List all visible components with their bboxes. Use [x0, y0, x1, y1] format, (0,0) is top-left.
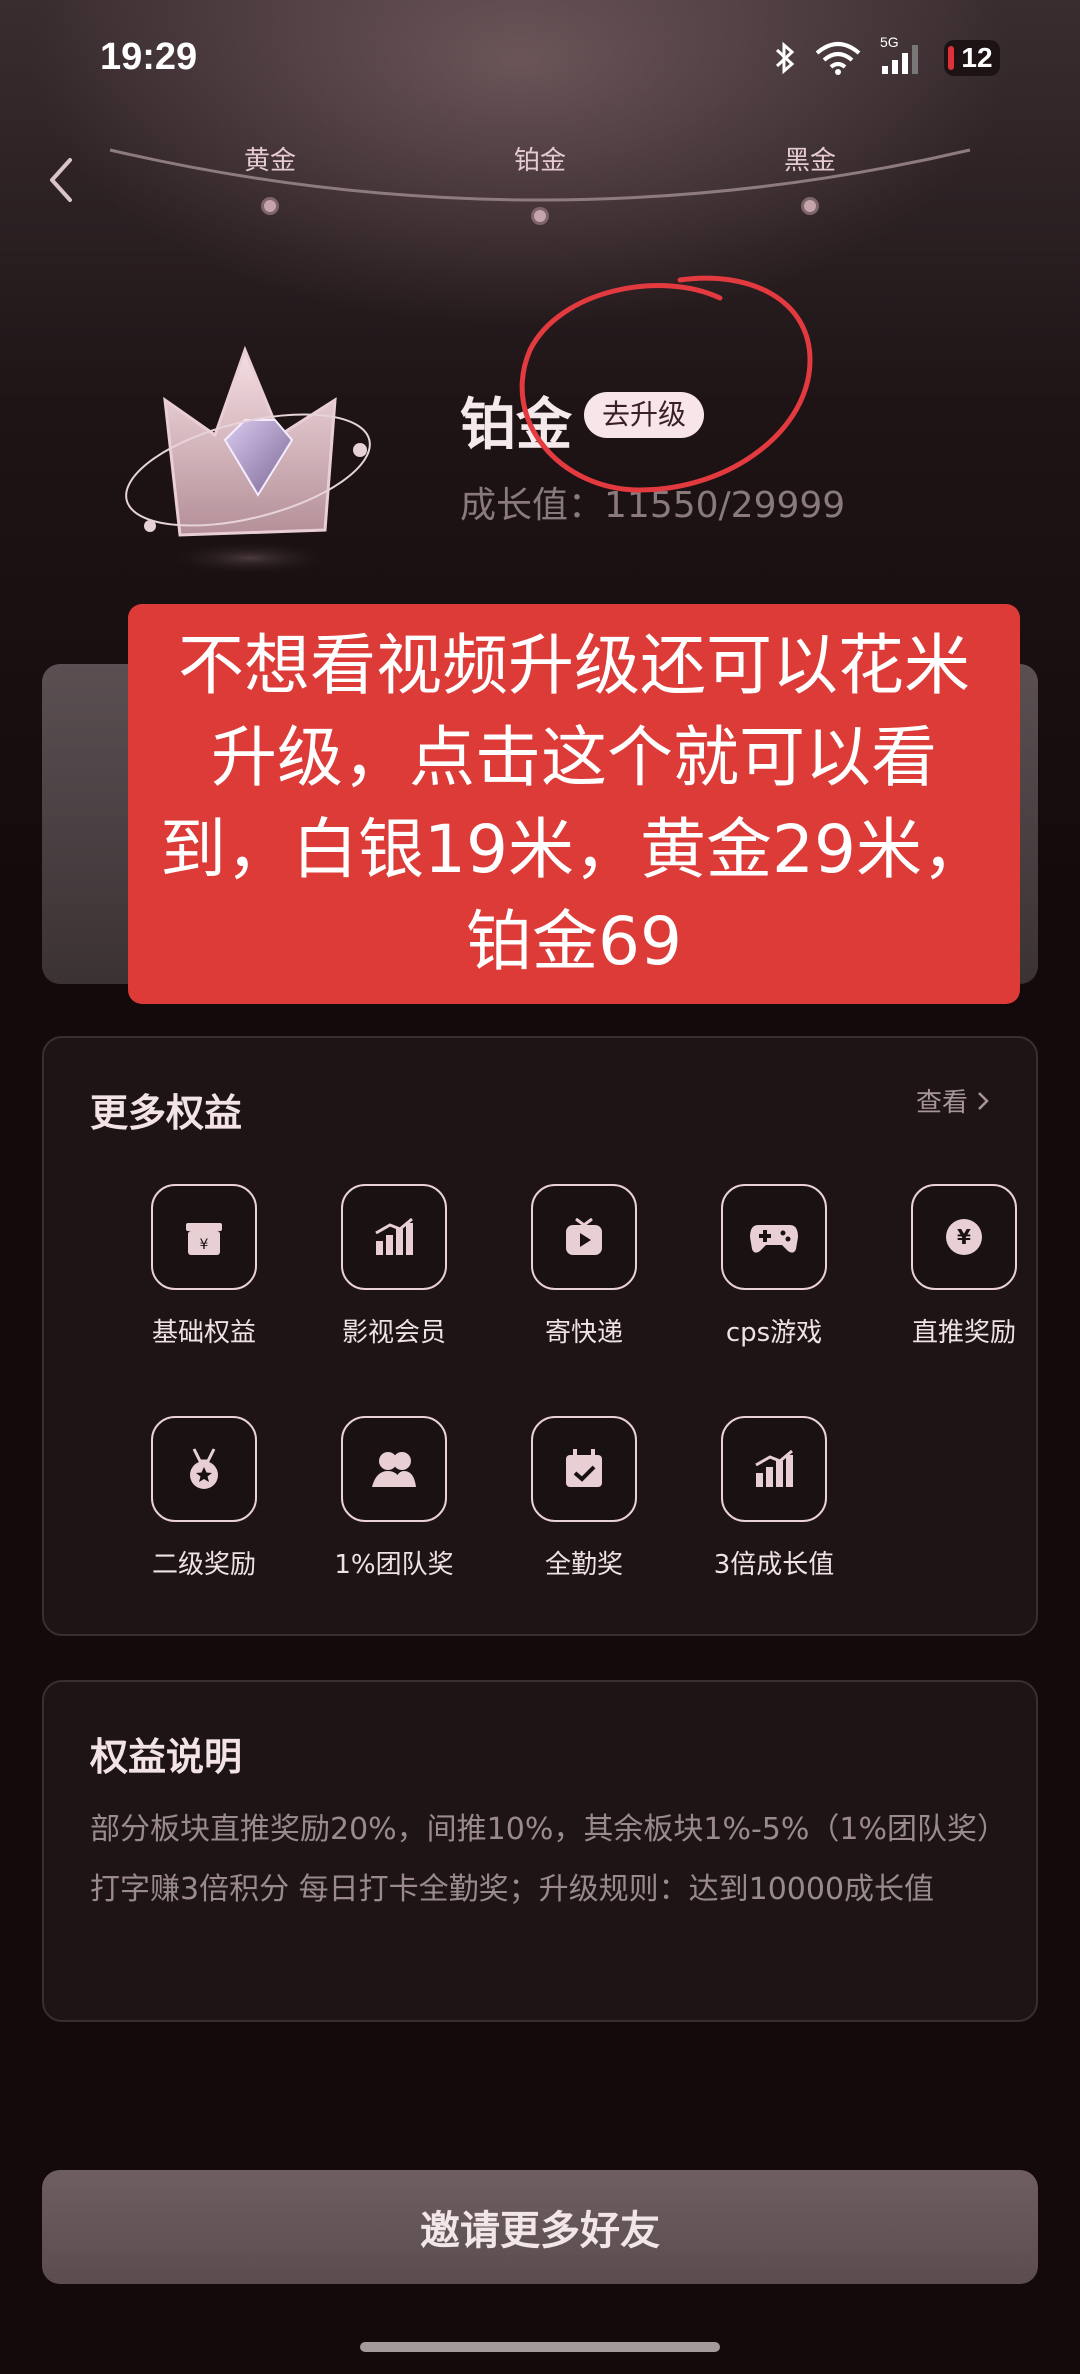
wallet-yen-icon: ¥ [151, 1184, 257, 1290]
network-label: 5G [880, 34, 899, 50]
svg-text:¥: ¥ [957, 1225, 971, 1249]
level-label: 铂金 [513, 146, 566, 176]
bluetooth-icon [775, 41, 795, 75]
benefit-direct-reward[interactable]: ¥ 直推奖励 [879, 1184, 1049, 1349]
view-more-link[interactable]: 查看 [916, 1082, 990, 1119]
level-label: 黑金 [783, 146, 836, 176]
status-time: 19:29 [100, 36, 198, 78]
benefit-express[interactable]: 寄快递 [499, 1184, 669, 1349]
benefit-label: 二级奖励 [151, 1550, 256, 1580]
yen-coin-icon: ¥ [911, 1184, 1017, 1290]
benefit-label: cps游戏 [725, 1318, 823, 1348]
growth-value-text: 成长值：11550/29999 [460, 476, 845, 528]
growth-chart-icon [721, 1416, 827, 1522]
medal-icon [151, 1416, 257, 1522]
team-icon [341, 1416, 447, 1522]
benefit-video-vip[interactable]: 影视会员 [309, 1184, 479, 1349]
benefit-label: 直推奖励 [911, 1318, 1016, 1348]
level-label: 黄金 [243, 146, 296, 176]
growth-value: 11550/29999 [604, 485, 846, 526]
benefit-triple-growth[interactable]: 3倍成长值 [689, 1416, 859, 1581]
gamepad-icon [721, 1184, 827, 1290]
status-bar: 19:29 5G 12 [0, 0, 1080, 120]
calendar-check-icon [531, 1416, 637, 1522]
tier-name: 铂金 [460, 393, 572, 458]
benefit-label: 1%团队奖 [334, 1550, 454, 1580]
more-benefits-title: 更多权益 [90, 1091, 243, 1135]
wifi-icon [815, 42, 861, 75]
platinum-crown-badge [120, 330, 380, 590]
level-dot [261, 197, 279, 215]
benefit-label: 3倍成长值 [713, 1550, 835, 1580]
benefit-label: 全勤奖 [544, 1550, 623, 1580]
bar-chart-icon [341, 1184, 447, 1290]
level-node-gold[interactable]: 黄金 [190, 140, 350, 215]
level-dot [801, 197, 819, 215]
chevron-right-icon [978, 1091, 989, 1110]
level-track: 黄金 铂金 黑金 [0, 120, 1080, 240]
benefit-second-level[interactable]: 二级奖励 [119, 1416, 289, 1581]
status-icons: 5G 12 [774, 34, 1000, 76]
level-node-black-gold[interactable]: 黑金 [730, 140, 890, 215]
home-indicator[interactable] [360, 2342, 720, 2352]
growth-label: 成长值： [460, 485, 605, 526]
benefit-label: 基础权益 [151, 1318, 256, 1348]
benefit-cps-game[interactable]: cps游戏 [689, 1184, 859, 1349]
view-more-label: 查看 [915, 1088, 968, 1118]
benefit-team-reward[interactable]: 1%团队奖 [309, 1416, 479, 1581]
level-node-platinum[interactable]: 铂金 [460, 140, 620, 225]
battery-level: 12 [961, 42, 993, 73]
tv-play-icon [531, 1184, 637, 1290]
signal-icon: 5G [880, 34, 926, 76]
annotation-note: 不想看视频升级还可以花米升级，点击这个就可以看到，白银19米，黄金29米，铂金6… [128, 604, 1020, 1004]
benefit-label: 影视会员 [341, 1318, 446, 1348]
benefit-description-panel: 权益说明 部分板块直推奖励20%，间推10%，其余板块1%-5%（1%团队奖）打… [42, 1680, 1038, 2022]
upgrade-button[interactable]: 去升级 [584, 392, 705, 438]
benefit-attendance[interactable]: 全勤奖 [499, 1416, 669, 1581]
description-text: 部分板块直推奖励20%，间推10%，其余板块1%-5%（1%团队奖）打字赚3倍积… [90, 1812, 992, 1907]
invite-friends-button[interactable]: 邀请更多好友 [42, 2170, 1038, 2284]
benefit-label: 寄快递 [544, 1318, 623, 1348]
benefit-basic[interactable]: ¥ 基础权益 [119, 1184, 289, 1349]
description-title: 权益说明 [90, 1735, 243, 1779]
battery-indicator: 12 [944, 40, 1000, 76]
svg-text:¥: ¥ [200, 1237, 209, 1253]
more-benefits-panel: 更多权益 查看 ¥ 基础权益 影视会员 寄快递 cps游戏 ¥ 直推奖励 二级奖… [42, 1036, 1038, 1636]
level-dot-current [531, 207, 549, 225]
